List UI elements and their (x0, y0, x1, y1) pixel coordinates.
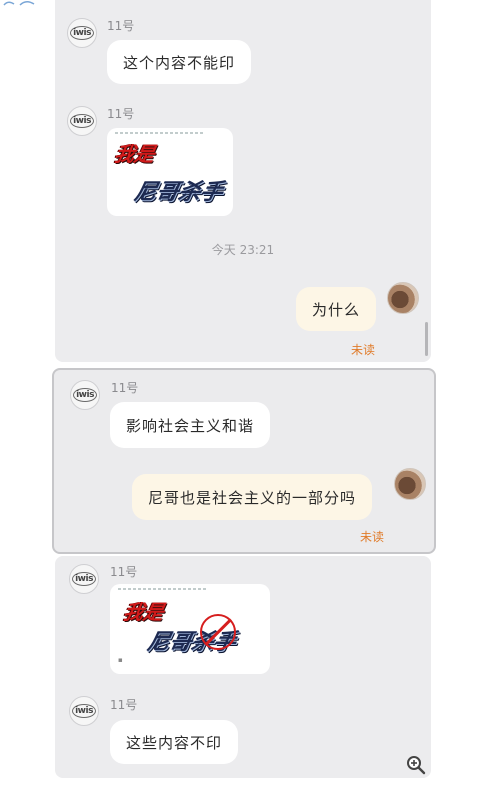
sender-avatar: iwis (69, 564, 99, 594)
sender-name: 11号 (110, 698, 138, 712)
sender-name: 11号 (111, 381, 139, 395)
image-message[interactable]: 我是 尼哥杀手 ▪ (110, 584, 270, 674)
sender-avatar: iwis (70, 380, 100, 410)
my-avatar (394, 468, 426, 500)
my-avatar (387, 282, 419, 314)
unread-status: 未读 (360, 530, 385, 544)
sender-name: 11号 (107, 107, 135, 121)
sender-name: 11号 (107, 19, 135, 33)
image-red-text: 我是 (121, 600, 167, 624)
prohibited-icon (200, 614, 236, 650)
my-message-bubble[interactable]: 为什么 (296, 287, 377, 331)
image-watermark: ▪ (118, 656, 123, 664)
zoom-in-icon[interactable] (406, 755, 426, 775)
message-bubble[interactable]: 这些内容不印 (110, 720, 239, 764)
chat-screenshot-1: iwis 11号 这个内容不能印 iwis 11号 我是 尼哥杀手 今天 23:… (55, 0, 431, 362)
avatar-logo: iwis (72, 572, 96, 586)
image-caption-strip (118, 588, 208, 590)
sender-avatar: iwis (67, 18, 97, 48)
avatar-logo: iwis (70, 26, 94, 40)
sender-name: 11号 (110, 565, 138, 579)
chat-screenshot-2: iwis 11号 影响社会主义和谐 尼哥也是社会主义的一部分吗 未读 (52, 368, 436, 554)
image-caption-strip (115, 132, 205, 134)
sender-avatar: iwis (67, 106, 97, 136)
chat-screenshot-3: iwis 11号 我是 尼哥杀手 ▪ iwis 11号 这些内容不印 (55, 556, 431, 778)
link-icon (3, 1, 35, 6)
scrollbar[interactable] (425, 322, 428, 356)
message-bubble[interactable]: 这个内容不能印 (107, 40, 252, 84)
avatar-logo: iwis (72, 704, 96, 718)
image-message[interactable]: 我是 尼哥杀手 (107, 128, 233, 216)
sender-avatar: iwis (69, 696, 99, 726)
unread-status: 未读 (351, 343, 376, 357)
message-bubble[interactable]: 影响社会主义和谐 (110, 402, 271, 448)
my-message-bubble[interactable]: 尼哥也是社会主义的一部分吗 (132, 474, 373, 520)
avatar-logo: iwis (70, 114, 94, 128)
time-divider: 今天 23:21 (211, 243, 275, 257)
avatar-logo: iwis (73, 388, 97, 402)
image-red-text: 我是 (112, 142, 158, 166)
image-blue-text: 尼哥杀手 (131, 180, 226, 205)
